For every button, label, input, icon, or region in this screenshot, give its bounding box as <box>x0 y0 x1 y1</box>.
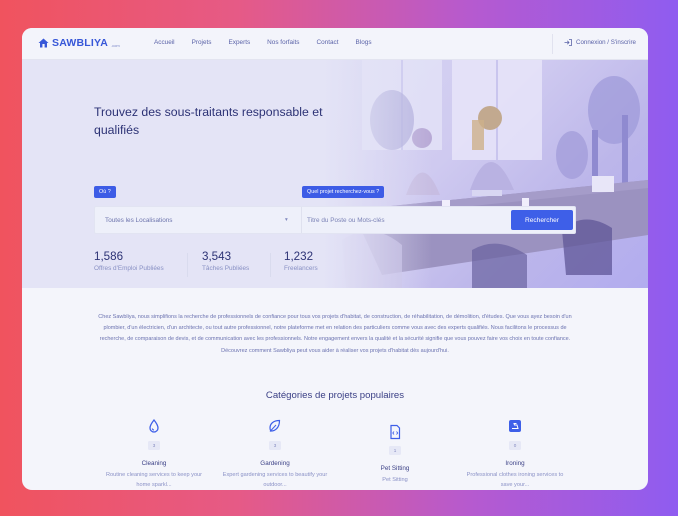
main-menu: Accueil Projets Experts Nos forfaits Con… <box>154 39 389 46</box>
where-chip: Où ? <box>94 186 116 198</box>
what-chip: Quel projet recherchez-vous ? <box>302 186 385 198</box>
iron-icon <box>509 420 521 432</box>
hero-photo-fade <box>322 60 432 288</box>
brand-name: SAWBLIYA <box>52 37 109 49</box>
categories-title: Catégories de projets populaires <box>265 390 405 401</box>
category-count: 3 <box>269 441 281 450</box>
nav-item-blogs[interactable]: Blogs <box>356 39 372 46</box>
chevron-down-icon[interactable]: ▾ <box>285 217 288 223</box>
category-description: Routine cleaning services to keep your h… <box>105 472 203 488</box>
search-divider <box>301 207 302 233</box>
stat-tasks: 3,543 Tâches Publiées <box>202 250 249 272</box>
category-description: Professional clothes ironing services to… <box>466 472 564 488</box>
category-count: 0 <box>509 441 521 450</box>
search-bar: Toutes les Localisations ▾ Rechercher <box>94 206 576 234</box>
login-label: Connexion / S'inscrire <box>576 39 636 46</box>
stat-label: Tâches Publiées <box>202 265 250 272</box>
category-card-cleaning[interactable]: 3 Cleaning Routine cleaning services to … <box>99 418 209 490</box>
category-name: Pet Sitting <box>380 465 410 472</box>
category-name: Gardening <box>260 460 290 467</box>
leaf-icon <box>269 419 281 432</box>
brand-logo[interactable]: SAWBLIYA .com <box>38 37 120 49</box>
category-name: Ironing <box>505 460 525 467</box>
brand-tld: .com <box>111 42 120 48</box>
about-paragraph: Chez Sawbliya, nous simplifions la reche… <box>98 314 572 354</box>
category-description: Expert gardening services to beautify yo… <box>222 472 328 488</box>
code-file-icon <box>390 424 401 440</box>
category-name: Cleaning <box>141 460 167 467</box>
stat-label: Freelancers <box>284 265 318 272</box>
category-card-ironing[interactable]: 0 Ironing Professional clothes ironing s… <box>460 418 570 490</box>
keyword-input[interactable] <box>307 211 503 229</box>
stat-freelancers: 1,232 Freelancers <box>284 250 318 272</box>
stat-value: 3,543 <box>202 250 232 263</box>
nav-item-accueil[interactable]: Accueil <box>154 39 175 46</box>
top-navbar: SAWBLIYA .com Accueil Projets Experts No… <box>22 28 648 60</box>
sign-in-icon <box>564 39 572 46</box>
water-drop-icon <box>149 418 159 433</box>
stat-label: Offres d'Emploi Publiées <box>94 265 164 272</box>
stat-job-offers: 1,586 Offres d'Emploi Publiées <box>94 250 164 272</box>
search-button[interactable]: Rechercher <box>511 210 573 230</box>
nav-item-experts[interactable]: Experts <box>229 39 251 46</box>
nav-item-forfaits[interactable]: Nos forfaits <box>267 39 299 46</box>
stat-divider <box>187 253 188 277</box>
hero-title: Trouvez des sous-traitants responsable e… <box>94 105 323 137</box>
nav-divider <box>552 34 553 54</box>
category-count: 1 <box>389 446 401 455</box>
house-logo-icon <box>38 38 49 48</box>
login-link[interactable]: Connexion / S'inscrire <box>564 39 636 46</box>
nav-item-contact[interactable]: Contact <box>317 39 339 46</box>
stat-divider <box>270 253 271 277</box>
category-card-gardening[interactable]: 3 Gardening Expert gardening services to… <box>220 418 330 490</box>
stat-value: 1,586 <box>94 250 124 263</box>
location-select[interactable]: Toutes les Localisations <box>105 217 173 224</box>
nav-item-projets[interactable]: Projets <box>192 39 212 46</box>
category-card-pet-sitting[interactable]: 1 Pet Sitting Pet Sitting <box>340 424 450 490</box>
browser-frame: SAWBLIYA .com Accueil Projets Experts No… <box>22 28 648 490</box>
hero-section: Trouvez des sous-traitants responsable e… <box>22 60 648 288</box>
category-description: Pet Sitting <box>382 477 408 483</box>
stat-value: 1,232 <box>284 250 314 263</box>
category-count: 3 <box>148 441 160 450</box>
